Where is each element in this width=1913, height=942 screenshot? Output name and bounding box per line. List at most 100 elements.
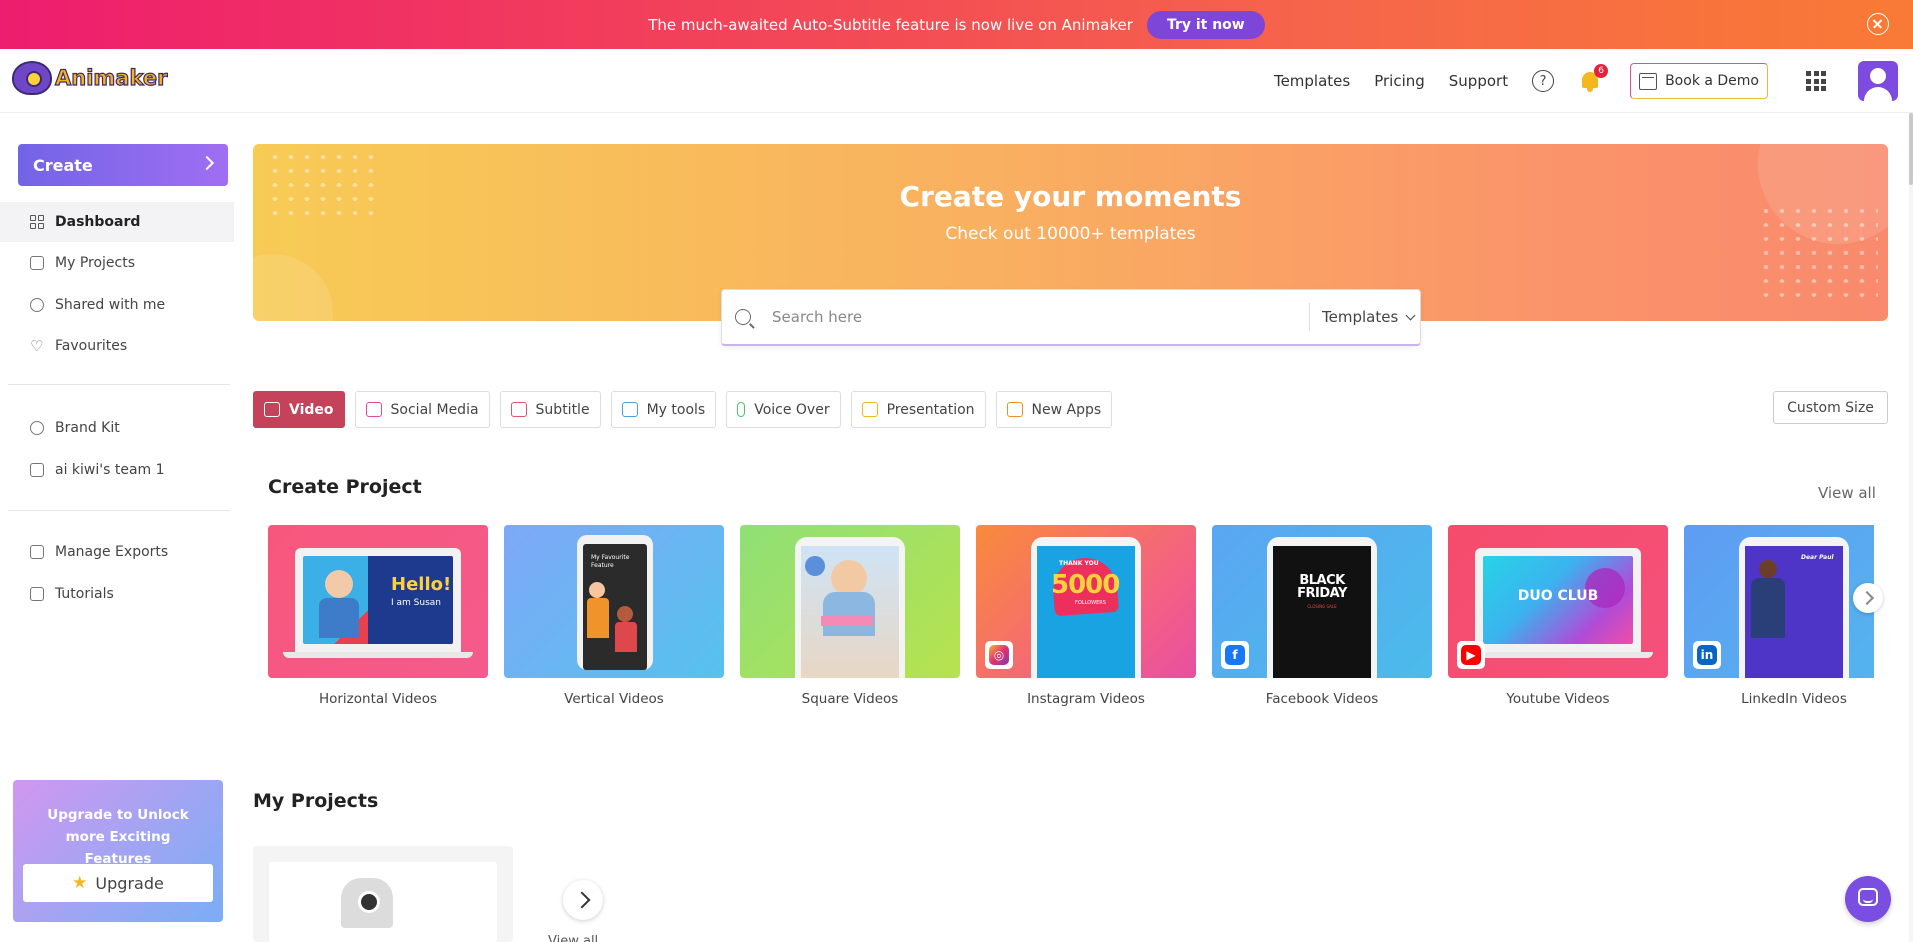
chat-support-icon[interactable] xyxy=(1845,876,1891,922)
thumb-subtext: I am Susan xyxy=(391,598,441,608)
facebook-icon: f xyxy=(1221,641,1249,669)
exports-icon xyxy=(30,545,44,559)
card-thumbnail: My Favourite Feature xyxy=(504,525,724,678)
phone-mockup: My Favourite Feature xyxy=(577,535,653,670)
tab-social-media[interactable]: Social Media xyxy=(354,391,490,428)
card-thumbnail: Hello! I am Susan xyxy=(268,525,488,678)
tab-subtitle[interactable]: Subtitle xyxy=(499,391,601,428)
card-youtube-videos[interactable]: DUO CLUB ▶ Youtube Videos xyxy=(1448,525,1668,707)
sidebar-item-dashboard[interactable]: Dashboard xyxy=(0,202,234,242)
tab-label: My tools xyxy=(646,401,706,418)
carousel-next-button[interactable] xyxy=(1853,583,1883,613)
tutorials-icon xyxy=(30,587,44,601)
try-it-now-button[interactable]: Try it now xyxy=(1146,10,1265,39)
category-tabs: Video Social Media Subtitle My tools Voi… xyxy=(253,391,1122,428)
sidebar-item-label: Manage Exports xyxy=(55,544,169,560)
card-label: Horizontal Videos xyxy=(318,691,438,707)
tab-voice-over[interactable]: Voice Over xyxy=(726,391,841,428)
upgrade-button[interactable]: ★ Upgrade xyxy=(23,864,213,902)
tab-label: Subtitle xyxy=(535,401,590,418)
nav-support[interactable]: Support xyxy=(1449,72,1508,90)
header-nav: Templates Pricing Support ? 6 Book a Dem… xyxy=(1274,49,1913,113)
thumb-text: DUO CLUB xyxy=(1517,588,1599,604)
card-instagram-videos[interactable]: THANK YOU 5000 FOLLOWERS ◎ Instagram Vid… xyxy=(976,525,1196,707)
top-header: Animaker Templates Pricing Support ? 6 B… xyxy=(0,49,1913,113)
card-thumbnail xyxy=(740,525,960,678)
heart-icon: ♡ xyxy=(30,337,44,355)
project-card[interactable] xyxy=(253,846,513,942)
create-project-view-all[interactable]: View all xyxy=(1818,484,1876,502)
sidebar-item-manage-exports[interactable]: Manage Exports xyxy=(0,532,234,572)
scrollbar-thumb[interactable] xyxy=(1909,113,1913,185)
create-project-carousel: Hello! I am Susan Horizontal Videos My F… xyxy=(268,525,1874,715)
sidebar-item-my-projects[interactable]: My Projects xyxy=(0,243,234,283)
tab-video[interactable]: Video xyxy=(253,391,345,428)
scrollbar-track[interactable] xyxy=(1909,113,1913,942)
phone-mockup: THANK YOU 5000 FOLLOWERS xyxy=(1031,537,1141,678)
apps-grid-icon[interactable] xyxy=(1806,71,1826,91)
subtitle-icon xyxy=(510,402,527,417)
animaker-logo[interactable]: Animaker xyxy=(12,61,168,95)
chevron-down-icon xyxy=(1405,310,1416,320)
card-label: LinkedIn Videos xyxy=(1741,691,1847,707)
upgrade-card: Upgrade to Unlock more Exciting Features… xyxy=(13,780,223,922)
sidebar-item-label: Favourites xyxy=(55,338,128,354)
card-linkedin-videos[interactable]: Dear Paul in LinkedIn Videos xyxy=(1684,525,1874,707)
help-icon[interactable]: ? xyxy=(1532,70,1555,92)
card-thumbnail: Dear Paul in xyxy=(1684,525,1874,678)
search-category-select[interactable]: Templates xyxy=(1310,308,1420,326)
nav-templates[interactable]: Templates xyxy=(1274,72,1350,90)
card-label: Vertical Videos xyxy=(564,691,664,707)
tab-label: Presentation xyxy=(886,401,975,418)
robot-mascot-icon xyxy=(341,878,393,928)
close-icon[interactable] xyxy=(1867,13,1889,35)
sidebar-divider xyxy=(8,384,230,385)
thumb-text: My Favourite Feature xyxy=(591,554,630,569)
search-input[interactable]: Search here xyxy=(772,308,1309,326)
hero-subtitle: Check out 10000+ templates xyxy=(945,224,1196,244)
sidebar-item-team[interactable]: ai kiwi's team 1 xyxy=(0,450,234,490)
sidebar-item-label: Tutorials xyxy=(55,586,114,602)
create-project-title: Create Project xyxy=(268,476,422,498)
card-horizontal-videos[interactable]: Hello! I am Susan Horizontal Videos xyxy=(268,525,488,707)
create-button[interactable]: Create xyxy=(18,144,228,186)
custom-size-button[interactable]: Custom Size xyxy=(1773,391,1888,424)
card-facebook-videos[interactable]: BLACK FRIDAY CLOSING SALE f Facebook Vid… xyxy=(1212,525,1432,707)
card-square-videos[interactable]: Square Videos xyxy=(740,525,960,707)
shared-user-icon xyxy=(30,298,44,312)
my-projects-next-button[interactable] xyxy=(563,880,603,920)
tab-new-apps[interactable]: New Apps xyxy=(995,391,1113,428)
card-thumbnail: DUO CLUB ▶ xyxy=(1448,525,1668,678)
sidebar-item-tutorials[interactable]: Tutorials xyxy=(0,574,234,614)
star-icon: ★ xyxy=(72,873,88,893)
book-demo-button[interactable]: Book a Demo xyxy=(1630,63,1768,99)
nav-pricing[interactable]: Pricing xyxy=(1374,72,1425,90)
card-vertical-videos[interactable]: My Favourite Feature Vertical Videos xyxy=(504,525,724,707)
tab-label: Voice Over xyxy=(754,401,830,418)
sidebar-item-favourites[interactable]: ♡ Favourites xyxy=(0,326,234,366)
thumb-text: 5000 xyxy=(1051,570,1120,600)
thumb-subtext: FOLLOWERS xyxy=(1075,600,1106,606)
sidebar-item-label: Shared with me xyxy=(55,297,166,313)
card-label: Youtube Videos xyxy=(1506,691,1610,707)
search-bar: Search here Templates xyxy=(721,289,1421,346)
hero-title: Create your moments xyxy=(899,180,1242,213)
projects-icon xyxy=(30,256,44,270)
user-avatar[interactable] xyxy=(1858,61,1898,101)
tab-presentation[interactable]: Presentation xyxy=(850,391,986,428)
calendar-icon xyxy=(1639,72,1658,90)
tab-my-tools[interactable]: My tools xyxy=(610,391,717,428)
my-projects-view-all[interactable]: View all xyxy=(548,934,598,942)
video-icon xyxy=(264,402,280,417)
card-label: Facebook Videos xyxy=(1265,691,1379,707)
banner-message: The much-awaited Auto-Subtitle feature i… xyxy=(648,15,1133,34)
upgrade-label: Upgrade xyxy=(95,873,164,893)
sidebar-item-shared[interactable]: Shared with me xyxy=(0,285,234,325)
search-icon xyxy=(735,309,751,325)
thumb-text: BLACK FRIDAY xyxy=(1297,573,1347,601)
notification-bell-icon[interactable]: 6 xyxy=(1580,64,1609,92)
team-icon xyxy=(30,463,44,477)
sidebar-item-brand-kit[interactable]: Brand Kit xyxy=(0,408,234,448)
upgrade-text: Upgrade to Unlock more Exciting Features xyxy=(47,807,189,867)
tab-label: New Apps xyxy=(1031,401,1102,418)
